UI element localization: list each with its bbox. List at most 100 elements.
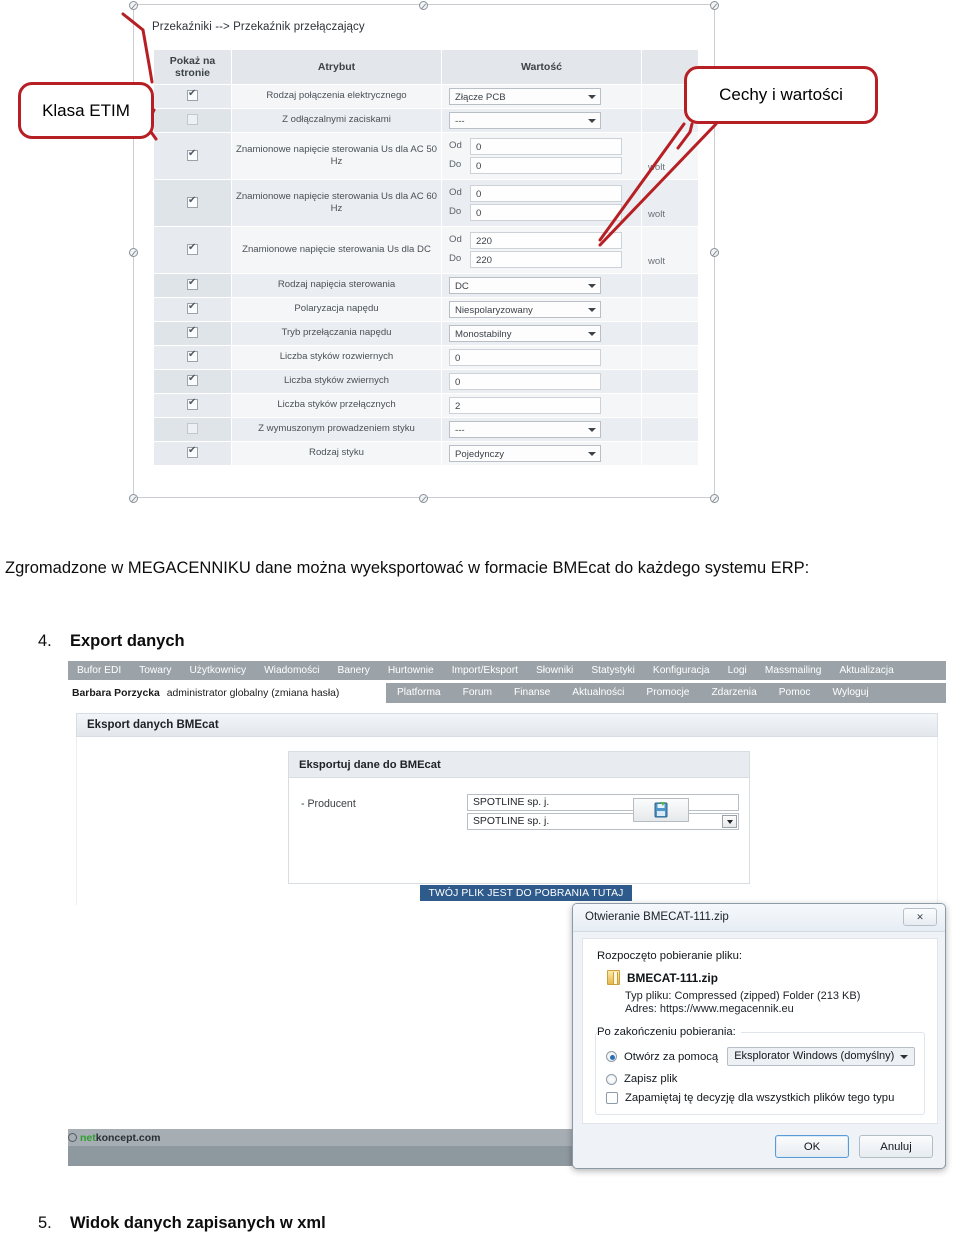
- nav-item-logi[interactable]: Logi: [719, 661, 756, 680]
- show-on-page-checkbox[interactable]: [187, 277, 198, 291]
- subnav-item-finanse[interactable]: Finanse: [503, 683, 561, 703]
- chevron-down-icon[interactable]: [722, 815, 737, 828]
- chevron-down-icon[interactable]: [588, 308, 596, 313]
- show-on-page-checkbox[interactable]: [187, 397, 198, 411]
- range-to-label: Do: [449, 253, 462, 265]
- value-text-input[interactable]: 0: [449, 349, 601, 367]
- chevron-down-icon[interactable]: [588, 428, 596, 433]
- selection-handle-tc[interactable]: [419, 1, 428, 10]
- etim-attributes-table: Pokaż na stronie Atrybut Wartość Rodzaj …: [153, 48, 699, 467]
- dialog-title-bar[interactable]: Otwieranie BMECAT-111.zip ✕: [573, 904, 945, 932]
- nav-item-banery[interactable]: Banery: [329, 661, 379, 680]
- open-with-row[interactable]: Otwórz za pomocą Eksplorator Windows (do…: [606, 1047, 916, 1066]
- show-on-page-checkbox[interactable]: [187, 445, 198, 459]
- list-item-4-text: Export danych: [70, 632, 185, 650]
- nav-item-massmailing[interactable]: Massmailing: [756, 661, 831, 680]
- attribute-cell: Polaryzacja napędu: [231, 297, 442, 323]
- chevron-down-icon[interactable]: [588, 95, 596, 100]
- nav-item-s-owniki[interactable]: Słowniki: [527, 661, 582, 680]
- nav-item-wiadomo-ci[interactable]: Wiadomości: [255, 661, 328, 680]
- subnav-item-zdarzenia[interactable]: Zdarzenia: [700, 683, 767, 703]
- subnav-item-pomoc[interactable]: Pomoc: [768, 683, 822, 703]
- subnav-item-forum[interactable]: Forum: [452, 683, 503, 703]
- range-from-label: Od: [449, 140, 462, 152]
- range-from-input[interactable]: 220: [470, 232, 622, 250]
- value-select[interactable]: Złącze PCB: [449, 88, 601, 106]
- radio-save-file[interactable]: [606, 1073, 617, 1085]
- producer-text-input[interactable]: SPOTLINE sp. j.: [467, 794, 739, 811]
- selection-handle-tr[interactable]: [710, 1, 719, 10]
- chevron-down-icon[interactable]: [588, 452, 596, 457]
- nav-item-aktualizacja[interactable]: Aktualizacja: [830, 661, 902, 680]
- ok-button[interactable]: OK: [775, 1135, 849, 1158]
- selection-handle-br[interactable]: [710, 494, 719, 503]
- user-role[interactable]: administrator globalny (zmiana hasła): [167, 688, 340, 699]
- nav-item-hurtownie[interactable]: Hurtownie: [379, 661, 443, 680]
- download-banner[interactable]: TWÓJ PLIK JEST DO POBRANIA TUTAJ: [420, 885, 632, 901]
- remember-decision-checkbox[interactable]: [606, 1092, 618, 1104]
- selection-handle-tl[interactable]: [129, 1, 138, 10]
- selection-handle-bc[interactable]: [419, 494, 428, 503]
- show-on-page-checkbox[interactable]: [187, 423, 198, 435]
- show-on-page-checkbox[interactable]: [187, 242, 198, 255]
- radio-open-with[interactable]: [606, 1051, 617, 1062]
- nav-item-konfiguracja[interactable]: Konfiguracja: [644, 661, 719, 680]
- value-text-input[interactable]: 2: [449, 397, 601, 415]
- chevron-down-icon[interactable]: [900, 1055, 909, 1059]
- dialog-title: Otwieranie BMECAT-111.zip: [585, 911, 729, 923]
- chevron-down-icon[interactable]: [588, 119, 596, 124]
- value-select[interactable]: DC: [449, 277, 601, 295]
- selection-handle-ml[interactable]: [129, 248, 138, 257]
- range-from-input[interactable]: 0: [470, 138, 622, 156]
- nav-item-u-ytkownicy[interactable]: Użytkownicy: [180, 661, 255, 680]
- table-row: Rodzaj styku Pojedynczy: [153, 441, 699, 467]
- chevron-down-icon[interactable]: [588, 284, 596, 289]
- save-file-row[interactable]: Zapisz plik: [606, 1073, 914, 1085]
- producer-select[interactable]: SPOTLINE sp. j.: [467, 813, 739, 830]
- unit-cell: wolt: [641, 226, 699, 275]
- subnav-item-platforma[interactable]: Platforma: [386, 683, 452, 703]
- cancel-button[interactable]: Anuluj: [859, 1135, 933, 1158]
- show-on-page-checkbox[interactable]: [187, 301, 198, 315]
- value-select[interactable]: Monostabilny: [449, 325, 601, 343]
- value-text-input[interactable]: 0: [449, 373, 601, 391]
- range-from-input[interactable]: 0: [470, 185, 622, 203]
- unit-cell: [641, 345, 699, 371]
- show-on-page-checkbox[interactable]: [187, 325, 198, 339]
- nav-item-bufor-edi[interactable]: Bufor EDI: [68, 661, 130, 680]
- export-button[interactable]: [633, 798, 689, 822]
- unit-cell: wolt: [641, 179, 699, 228]
- value-select[interactable]: ---: [449, 421, 601, 439]
- etim-class-screenshot: Przekaźniki --> Przekaźnik przełączający…: [133, 4, 715, 498]
- value-cell: Od 0 Do 0: [441, 179, 642, 228]
- show-on-page-checkbox[interactable]: [187, 373, 198, 387]
- value-select[interactable]: Niespolaryzowany: [449, 301, 601, 319]
- open-with-combo[interactable]: Eksplorator Windows (domyślny): [727, 1047, 916, 1066]
- value-select[interactable]: ---: [449, 112, 601, 130]
- remember-decision-row[interactable]: Zapamiętaj tę decyzję dla wszystkich pli…: [606, 1092, 914, 1104]
- value-cell: ---: [441, 417, 642, 443]
- selection-handle-mr[interactable]: [710, 248, 719, 257]
- nav-item-statystyki[interactable]: Statystyki: [582, 661, 644, 680]
- subnav-item-wyloguj[interactable]: Wyloguj: [821, 683, 879, 703]
- subnav-item-aktualno-ci[interactable]: Aktualności: [561, 683, 635, 703]
- value-select[interactable]: Pojedynczy: [449, 445, 601, 463]
- show-on-page-checkbox[interactable]: [187, 195, 198, 208]
- selection-handle-bl[interactable]: [129, 494, 138, 503]
- range-to-input[interactable]: 220: [470, 251, 622, 269]
- close-icon[interactable]: ✕: [903, 908, 937, 926]
- range-to-input[interactable]: 0: [470, 204, 622, 222]
- chevron-down-icon[interactable]: [588, 332, 596, 337]
- range-to-row: Do 220: [449, 251, 639, 269]
- nav-item-towary[interactable]: Towary: [130, 661, 180, 680]
- nav-item-import-eksport[interactable]: Import/Eksport: [443, 661, 527, 680]
- show-on-page-checkbox[interactable]: [187, 349, 198, 363]
- range-to-row: Do 0: [449, 204, 639, 222]
- table-row: Tryb przełączania napędu Monostabilny: [153, 321, 699, 347]
- open-with-combo-value: Eksplorator Windows (domyślny): [734, 1050, 895, 1062]
- show-on-page-checkbox[interactable]: [187, 88, 198, 102]
- show-on-page-checkbox[interactable]: [187, 148, 198, 161]
- range-to-input[interactable]: 0: [470, 157, 622, 175]
- subnav-item-promocje[interactable]: Promocje: [635, 683, 700, 703]
- show-on-page-checkbox[interactable]: [187, 114, 198, 126]
